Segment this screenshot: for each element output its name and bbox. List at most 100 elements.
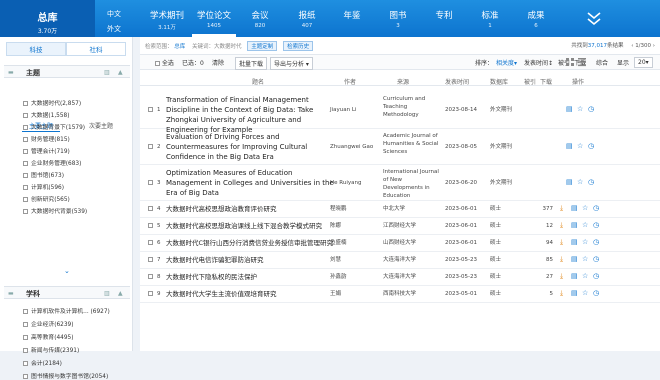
favorite-icon[interactable]: ☆ [582, 238, 588, 246]
read-online-icon[interactable]: ▤ [571, 221, 578, 229]
read-online-icon[interactable]: ▤ [571, 238, 578, 246]
read-online-icon[interactable]: ▤ [571, 289, 578, 297]
search-history-button[interactable]: 检索历史 [283, 41, 314, 51]
cite-icon[interactable]: ◷ [593, 221, 599, 229]
row-checkbox[interactable] [148, 256, 153, 264]
facet-checkbox[interactable] [23, 209, 28, 214]
favorite-icon[interactable]: ☆ [577, 142, 583, 150]
favorite-icon[interactable]: ☆ [582, 221, 588, 229]
row-checkbox[interactable] [148, 239, 153, 247]
collapse-icon[interactable]: ▲ [118, 290, 123, 297]
topic-section-header[interactable]: ▬ 主题 ▥ ▲ [4, 65, 130, 78]
download-icon[interactable]: ⤓ [560, 221, 563, 230]
select-all-checkbox[interactable]: 全选 [155, 58, 174, 67]
facet-checkbox[interactable] [23, 161, 28, 166]
page-size-select[interactable]: 20▾ [634, 57, 653, 68]
subject-facet-item[interactable]: 会计(2184) [23, 358, 62, 367]
nav-item[interactable]: 学术期刊 3.11万 [145, 0, 189, 37]
cite-icon[interactable]: ◷ [593, 272, 599, 280]
sort-date[interactable]: 发表时间↕ [524, 58, 553, 67]
topic-facet-item[interactable]: 财务管理(815) [23, 134, 70, 143]
read-online-icon[interactable]: ▤ [566, 178, 573, 186]
row-checkbox[interactable] [148, 143, 153, 151]
topic-facet-item[interactable]: 企业财务管理(683) [23, 158, 81, 167]
result-author[interactable]: 刘慧 [330, 256, 341, 264]
nav-item[interactable]: 报纸 407 [287, 0, 327, 37]
topic-facet-item[interactable]: 大数据背景下(1579) [23, 122, 85, 131]
expand-more-icon[interactable]: ⌄ [64, 267, 70, 275]
chart-icon[interactable]: ▥ [104, 290, 110, 297]
expand-chevron-icon[interactable] [583, 10, 605, 26]
result-source[interactable]: 西南科技大学 [383, 290, 439, 298]
read-online-icon[interactable]: ▤ [566, 105, 573, 113]
subject-facet-item[interactable]: 新闻与传媒(2391) [23, 345, 79, 354]
nav-item[interactable]: 成果 6 [516, 0, 556, 37]
nav-item[interactable]: 图书 3 [378, 0, 418, 37]
row-checkbox[interactable] [148, 290, 153, 298]
subject-facet-item[interactable]: 图书情报与数字图书馆(2054) [23, 371, 108, 380]
result-author[interactable]: Jiayuan Li [330, 106, 356, 114]
favorite-icon[interactable]: ☆ [582, 272, 588, 280]
result-title-link[interactable]: 大数据时代大学生主流价值观培育研究 [166, 290, 336, 298]
result-author[interactable]: Zhuangwei Gao [330, 143, 373, 151]
row-checkbox[interactable] [148, 106, 153, 114]
topic-facet-item[interactable]: 大数据时代背景(539) [23, 206, 87, 215]
lang-chinese[interactable]: 中文 [100, 9, 128, 19]
result-title-link[interactable]: 大数据时代电信诈骗犯罪防治研究 [166, 256, 336, 264]
facet-checkbox[interactable] [23, 173, 28, 178]
result-author[interactable]: 鱼盛楠 [330, 239, 347, 247]
clear-selection-link[interactable]: 清除 [212, 58, 224, 67]
facet-checkbox[interactable] [23, 185, 28, 190]
cite-icon[interactable]: ◷ [593, 238, 599, 246]
topic-facet-item[interactable]: 大数据(1,558) [23, 110, 70, 119]
topic-facet-item[interactable]: 管理会计(719) [23, 146, 70, 155]
subject-facet-item[interactable]: 高等教育(4495) [23, 332, 73, 341]
export-analysis-dropdown[interactable]: 导出与分析 ▾ [270, 57, 313, 70]
sort-comprehensive[interactable]: 综合 [596, 58, 608, 67]
result-author[interactable]: 孙鑫韵 [330, 273, 347, 281]
chart-icon[interactable]: ▥ [104, 69, 110, 76]
result-author[interactable]: He Ruiyang [330, 179, 361, 187]
lang-foreign[interactable]: 外文 [100, 24, 128, 34]
result-author[interactable]: 程晓鹏 [330, 205, 347, 213]
facet-checkbox[interactable] [23, 322, 28, 327]
download-icon[interactable]: ⤓ [560, 289, 563, 298]
cite-icon[interactable]: ◷ [593, 289, 599, 297]
result-source[interactable]: 山西财经大学 [383, 239, 439, 247]
facet-checkbox[interactable] [23, 113, 28, 118]
subtab-secondary-topic[interactable]: 次要主题 [82, 121, 120, 132]
download-icon[interactable]: ⤓ [560, 238, 563, 247]
grid-view-icon[interactable] [565, 57, 575, 67]
row-checkbox[interactable] [148, 222, 153, 230]
read-online-icon[interactable]: ▤ [571, 272, 578, 280]
result-title-link[interactable]: 大数据时代下隐私权的民法保护 [166, 273, 336, 281]
result-title-link[interactable]: Optimization Measures of Education Manag… [166, 168, 336, 198]
facet-checkbox[interactable] [23, 309, 28, 314]
result-source[interactable]: International Journal of New Development… [383, 168, 439, 200]
collapse-icon[interactable]: ▲ [118, 69, 123, 76]
result-title-link[interactable]: 大数据时代高校思想政治教育评价研究 [166, 205, 336, 213]
download-icon[interactable]: ⤓ [560, 272, 563, 281]
facet-checkbox[interactable] [23, 197, 28, 202]
favorite-icon[interactable]: ☆ [582, 255, 588, 263]
facet-checkbox[interactable] [23, 374, 28, 379]
result-source[interactable]: Academic Journal of Humanities & Social … [383, 132, 439, 156]
nav-item[interactable]: 会议 820 [240, 0, 280, 37]
facet-checkbox[interactable] [23, 335, 28, 340]
sort-relevance[interactable]: 相关度▾ [496, 58, 517, 67]
nav-item[interactable]: 标准 1 [470, 0, 510, 37]
favorite-icon[interactable]: ☆ [582, 289, 588, 297]
topic-facet-item[interactable]: 计算机(596) [23, 182, 64, 191]
result-title-link[interactable]: Evaluation of Driving Forces and Counter… [166, 132, 336, 162]
topic-facet-item[interactable]: 创新研究(565) [23, 194, 70, 203]
list-view-icon[interactable] [577, 57, 587, 67]
download-icon[interactable]: ⤓ [560, 204, 563, 213]
read-online-icon[interactable]: ▤ [571, 255, 578, 263]
cite-icon[interactable]: ◷ [593, 204, 599, 212]
prev-page-icon[interactable]: ‹ [631, 43, 633, 49]
next-page-icon[interactable]: › [653, 43, 655, 49]
scope-value[interactable]: 总库 [174, 44, 185, 50]
subject-facet-item[interactable]: 企业经济(6239) [23, 319, 73, 328]
result-source[interactable]: 大连海洋大学 [383, 273, 439, 281]
nav-item[interactable]: 专利 [424, 0, 464, 37]
